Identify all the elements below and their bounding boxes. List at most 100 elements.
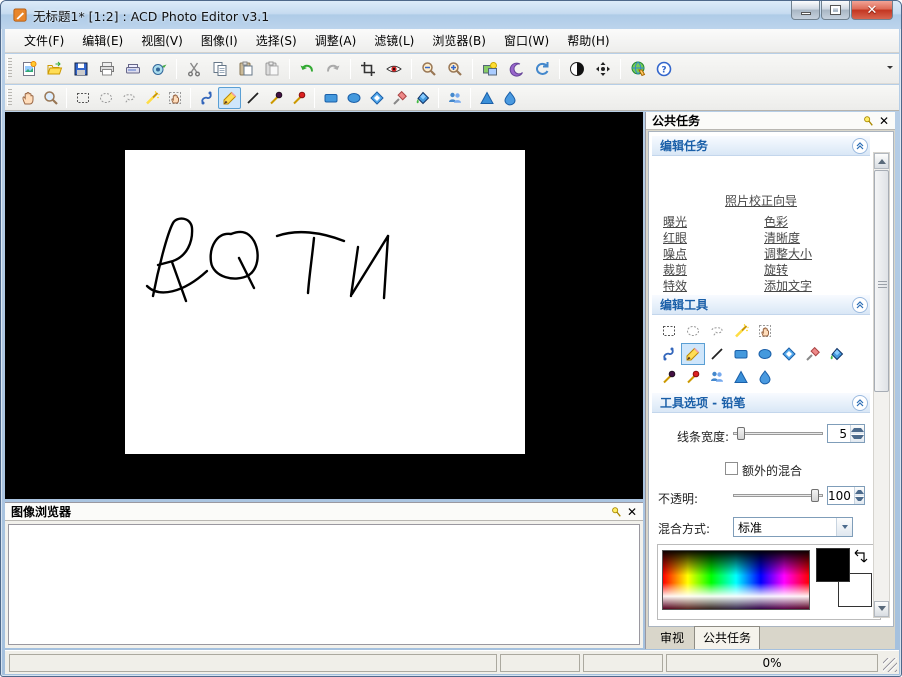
eraser-button[interactable] <box>388 87 411 109</box>
shape-rect-button[interactable] <box>729 343 753 365</box>
redo-button[interactable] <box>320 56 346 82</box>
select-lasso-button[interactable] <box>117 87 140 109</box>
scroll-down-button[interactable] <box>874 601 889 617</box>
close-button[interactable]: ✕ <box>851 1 893 20</box>
acquire-button[interactable] <box>146 56 172 82</box>
sharpen-tool-button[interactable] <box>475 87 498 109</box>
effects-button[interactable] <box>503 56 529 82</box>
spin-up-button[interactable] <box>851 425 864 434</box>
task-link[interactable]: 曝光 <box>663 213 687 229</box>
extra-blend-checkbox[interactable] <box>725 462 738 475</box>
curve-tool-button[interactable] <box>657 343 681 365</box>
menu-item-h[interactable]: 帮助(H) <box>558 29 618 52</box>
minimize-button[interactable] <box>791 1 820 20</box>
open-folder-button[interactable] <box>42 56 68 82</box>
copy-button[interactable] <box>207 56 233 82</box>
close-icon[interactable]: ✕ <box>625 505 639 519</box>
foreground-color-swatch[interactable] <box>816 548 850 582</box>
task-link[interactable]: 特效 <box>663 277 687 293</box>
line-width-slider[interactable] <box>733 425 823 442</box>
scroll-up-button[interactable] <box>874 153 889 169</box>
scrollbar-thumb[interactable] <box>874 170 889 392</box>
magic-wand-button[interactable] <box>729 320 753 342</box>
menu-item-b[interactable]: 浏览器(B) <box>423 29 495 52</box>
edit-tasks-section-header[interactable]: 编辑任务 <box>652 136 870 156</box>
eraser-button[interactable] <box>801 343 825 365</box>
select-ellipse-button[interactable] <box>94 87 117 109</box>
task-link[interactable]: 清晰度 <box>764 229 800 245</box>
select-lasso-button[interactable] <box>705 320 729 342</box>
color-spectrum[interactable] <box>662 550 810 610</box>
panel-scrollbar[interactable] <box>873 152 890 618</box>
image-canvas[interactable] <box>125 150 525 454</box>
menu-item-i[interactable]: 图像(I) <box>192 29 247 52</box>
resize-grip[interactable] <box>883 658 897 672</box>
menu-item-e[interactable]: 编辑(E) <box>73 29 132 52</box>
collapse-chevron-icon[interactable] <box>852 297 868 313</box>
undo-button[interactable] <box>294 56 320 82</box>
collapse-chevron-icon[interactable] <box>852 138 868 154</box>
line-tool-button[interactable] <box>705 343 729 365</box>
print-button[interactable] <box>94 56 120 82</box>
fill-bucket-button[interactable] <box>411 87 434 109</box>
task-link[interactable]: 色彩 <box>764 213 788 229</box>
toolbar-grip[interactable] <box>7 89 12 107</box>
curve-tool-button[interactable] <box>195 87 218 109</box>
task-link[interactable]: 调整大小 <box>764 245 812 261</box>
toolbar-overflow-button[interactable] <box>884 60 895 76</box>
select-ellipse-button[interactable] <box>681 320 705 342</box>
brush-dark-button[interactable] <box>657 366 681 388</box>
sharpen-tool-button[interactable] <box>729 366 753 388</box>
shape-ellipse-button[interactable] <box>342 87 365 109</box>
rotate-left-button[interactable] <box>529 56 555 82</box>
select-rect-button[interactable] <box>657 320 681 342</box>
red-eye-button[interactable] <box>381 56 407 82</box>
clone-tool-button[interactable] <box>443 87 466 109</box>
paste-alt-button[interactable] <box>259 56 285 82</box>
contrast-button[interactable] <box>564 56 590 82</box>
magnifier-button[interactable] <box>39 87 62 109</box>
close-icon[interactable]: ✕ <box>877 114 891 128</box>
menu-item-a[interactable]: 调整(A) <box>306 29 366 52</box>
pin-icon[interactable] <box>609 505 623 519</box>
task-link[interactable]: 噪点 <box>663 245 687 261</box>
task-link[interactable]: 裁剪 <box>663 261 687 277</box>
line-tool-button[interactable] <box>241 87 264 109</box>
select-move-button[interactable] <box>753 320 777 342</box>
help-button[interactable]: ? <box>651 56 677 82</box>
edit-tools-section-header[interactable]: 编辑工具 <box>652 295 870 315</box>
spin-down-button[interactable] <box>855 496 864 505</box>
scan-button[interactable] <box>120 56 146 82</box>
photo-correction-wizard-link[interactable]: 照片校正向导 <box>652 192 870 209</box>
spin-down-button[interactable] <box>851 434 864 443</box>
crop-button[interactable] <box>355 56 381 82</box>
blur-tool-button[interactable] <box>753 366 777 388</box>
save-button[interactable] <box>68 56 94 82</box>
zoom-out-button[interactable] <box>416 56 442 82</box>
brush-dark-button[interactable] <box>264 87 287 109</box>
toolbar-grip[interactable] <box>7 58 12 78</box>
shape-diamond-button[interactable] <box>777 343 801 365</box>
pin-icon[interactable] <box>861 114 875 128</box>
task-link[interactable]: 红眼 <box>663 229 687 245</box>
pencil-button[interactable] <box>681 343 705 365</box>
shape-ellipse-button[interactable] <box>753 343 777 365</box>
menu-item-f[interactable]: 文件(F) <box>15 29 73 52</box>
line-width-spinner[interactable]: 5 <box>827 424 865 443</box>
collapse-chevron-icon[interactable] <box>852 395 868 411</box>
opacity-slider[interactable] <box>733 487 823 504</box>
pan-hand-button[interactable] <box>16 87 39 109</box>
menu-item-l[interactable]: 滤镜(L) <box>365 29 423 52</box>
title-bar[interactable]: 无标题1* [1:2] : ACD Photo Editor v3.1 ✕ <box>1 1 901 29</box>
cut-button[interactable] <box>181 56 207 82</box>
blur-tool-button[interactable] <box>498 87 521 109</box>
image-browser-content[interactable] <box>8 524 640 645</box>
online-button[interactable] <box>625 56 651 82</box>
auto-enhance-button[interactable] <box>477 56 503 82</box>
spin-up-button[interactable] <box>855 487 864 496</box>
canvas-area[interactable] <box>5 112 643 499</box>
swap-colors-icon[interactable] <box>850 549 870 569</box>
shape-rect-button[interactable] <box>319 87 342 109</box>
opacity-spinner[interactable]: 100 <box>827 486 865 505</box>
fill-bucket-button[interactable] <box>825 343 849 365</box>
